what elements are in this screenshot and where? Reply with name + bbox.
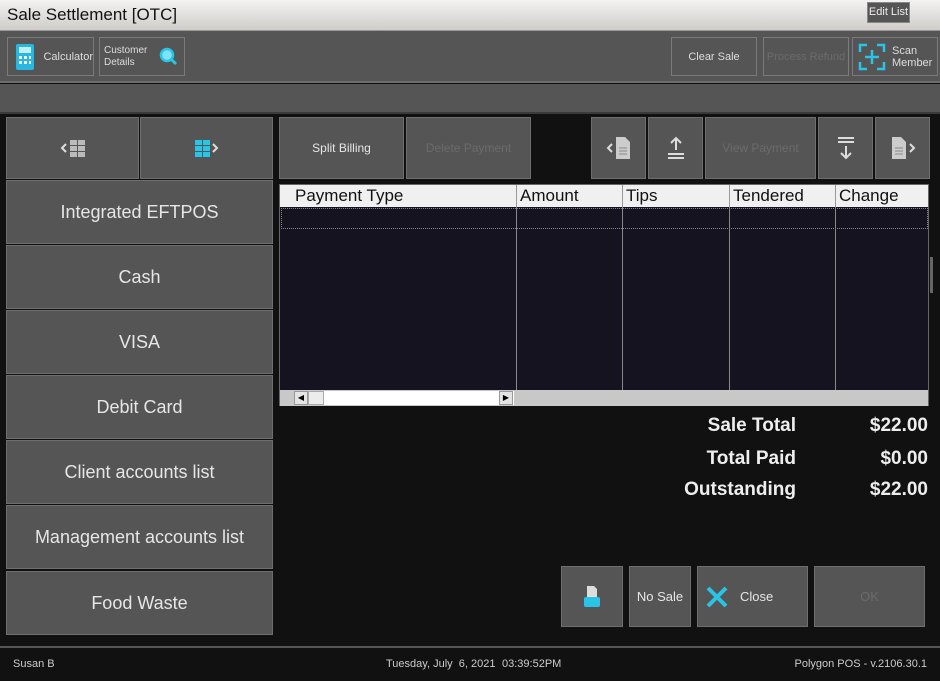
total-paid-value: $0.00 xyxy=(880,448,928,469)
clear-sale-button[interactable]: Clear Sale xyxy=(671,37,757,76)
grid-header: Payment Type Amount Tips Tendered Change xyxy=(280,185,928,207)
horizontal-scrollbar[interactable]: ◀ ▶ xyxy=(280,390,928,406)
payment-type-integrated-eftpos[interactable]: Integrated EFTPOS xyxy=(6,180,273,244)
close-label: Close xyxy=(740,589,774,604)
move-down-button[interactable] xyxy=(818,117,873,179)
total-paid-label: Total Paid xyxy=(706,448,796,469)
scroll-right-arrow[interactable]: ▶ xyxy=(499,391,513,405)
scan-member-line1: Scan xyxy=(892,44,918,57)
payment-type-visa[interactable]: VISA xyxy=(6,310,273,374)
sale-total-label: Sale Total xyxy=(707,415,796,436)
column-change[interactable]: Change xyxy=(836,185,928,207)
column-tendered[interactable]: Tendered xyxy=(730,185,836,207)
column-amount[interactable]: Amount xyxy=(517,185,623,207)
move-up-button[interactable] xyxy=(648,117,703,179)
arrow-down-icon xyxy=(837,137,854,160)
app-version: Polygon POS - v.2106.30.1 xyxy=(794,658,928,670)
sale-total-value: $22.00 xyxy=(869,415,928,436)
doc-prev-icon xyxy=(606,137,630,159)
printer-icon xyxy=(584,585,600,607)
status-date: Tuesday, July 6, 2021 xyxy=(386,658,496,670)
info-strip xyxy=(0,84,940,114)
outstanding-label: Outstanding xyxy=(684,479,796,500)
close-icon xyxy=(706,586,728,607)
grid-prev-icon xyxy=(60,140,85,157)
process-refund-button[interactable]: Process Refund xyxy=(763,37,849,76)
scan-member-button[interactable]: Scan Member xyxy=(852,37,938,76)
window-title: Sale Settlement [OTC] xyxy=(7,5,178,24)
scan-icon xyxy=(858,43,886,70)
toolbar: Calculator Customer Details Clear Sale Pr… xyxy=(0,31,940,83)
column-payment-type[interactable]: Payment Type xyxy=(280,185,517,207)
title-bar: Sale Settlement [OTC] Edit List xyxy=(0,0,940,31)
calculator-label: Calculator xyxy=(43,50,93,63)
edit-list-button[interactable]: Edit List xyxy=(867,2,910,23)
payments-grid[interactable]: Payment Type Amount Tips Tendered Change… xyxy=(279,184,929,406)
selected-row[interactable] xyxy=(281,208,928,229)
customer-details-button[interactable]: Customer Details xyxy=(99,37,185,76)
split-billing-button[interactable]: Split Billing xyxy=(279,117,404,179)
search-icon xyxy=(160,47,178,65)
payment-type-food-waste[interactable]: Food Waste xyxy=(6,571,273,635)
payment-type-cash[interactable]: Cash xyxy=(6,245,273,309)
scroll-thumb[interactable] xyxy=(308,391,324,405)
scan-member-line2: Member xyxy=(892,56,933,69)
print-button[interactable] xyxy=(561,566,623,627)
grid-next-icon xyxy=(194,140,218,157)
calculator-icon xyxy=(16,43,34,70)
status-time: 03:39:52PM xyxy=(502,658,562,670)
column-tips[interactable]: Tips xyxy=(623,185,730,207)
status-bar: Susan B Tuesday, July 6, 2021 03:39:52PM… xyxy=(0,646,940,681)
previous-page-button[interactable] xyxy=(6,117,139,179)
outstanding-value: $22.00 xyxy=(869,479,928,500)
close-button[interactable]: Close xyxy=(697,566,808,627)
payment-type-management-accounts[interactable]: Management accounts list xyxy=(6,505,273,569)
calculator-button[interactable]: Calculator xyxy=(7,37,94,76)
next-page-button[interactable] xyxy=(140,117,273,179)
user-name: Susan B xyxy=(13,658,55,670)
no-sale-button[interactable]: No Sale xyxy=(629,566,691,627)
arrow-up-icon xyxy=(667,136,684,159)
customer-details-line1: Customer xyxy=(104,44,148,56)
payment-type-client-accounts[interactable]: Client accounts list xyxy=(6,440,273,504)
next-record-button[interactable] xyxy=(875,117,930,179)
payment-type-debit-card[interactable]: Debit Card xyxy=(6,375,273,439)
prev-record-button[interactable] xyxy=(591,117,646,179)
scroll-left-arrow[interactable]: ◀ xyxy=(294,391,308,405)
ok-button[interactable]: OK xyxy=(814,566,925,627)
scroll-track[interactable] xyxy=(294,391,514,405)
view-payment-button[interactable]: View Payment xyxy=(705,117,816,179)
customer-details-line2: Details xyxy=(104,56,135,68)
doc-next-icon xyxy=(891,137,915,159)
delete-payment-button[interactable]: Delete Payment xyxy=(406,117,531,179)
vertical-scroll-indicator[interactable] xyxy=(930,257,933,293)
